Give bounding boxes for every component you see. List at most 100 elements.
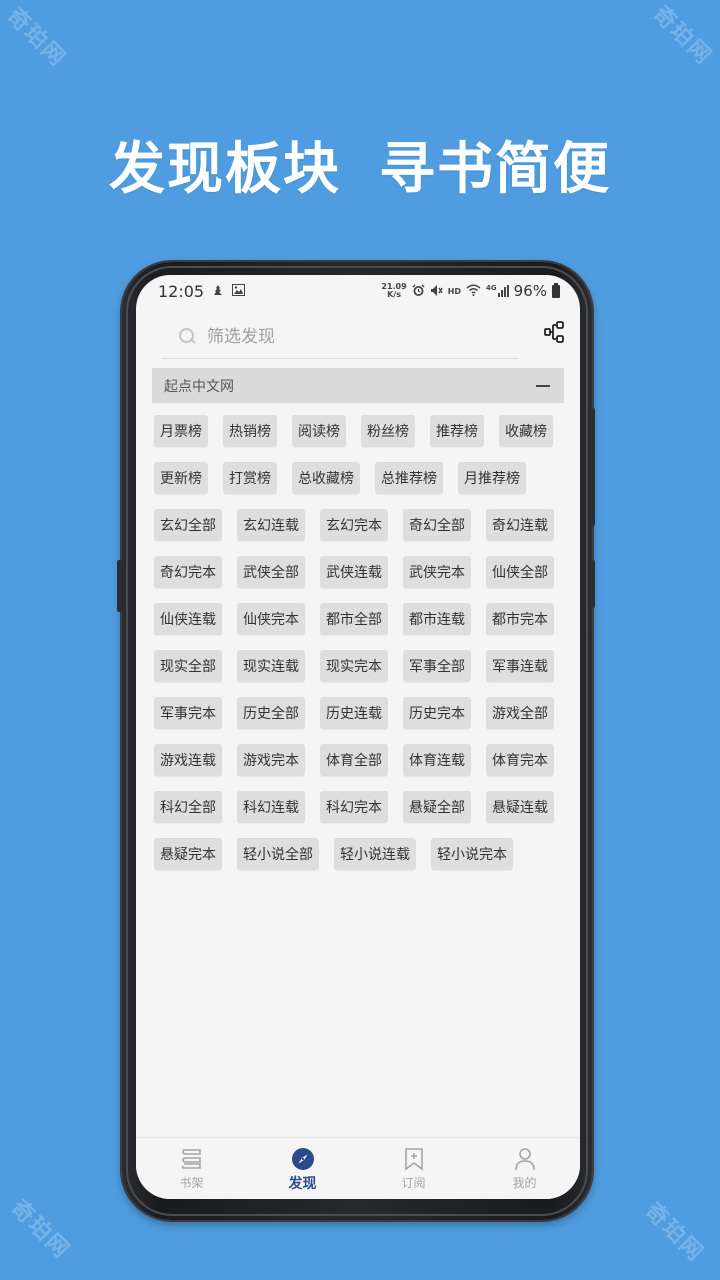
category-chip[interactable]: 科幻完本 [320,791,388,823]
category-chip[interactable]: 游戏连载 [154,744,222,776]
app-notification-icon [212,284,224,299]
chip-row: 军事完本 历史全部 历史连载 历史完本 游戏全部 [154,697,564,729]
nav-item-bookshelf[interactable]: 书架 [136,1138,247,1199]
category-chip[interactable]: 现实连载 [237,650,305,682]
category-chip[interactable]: 玄幻连载 [237,509,305,541]
category-chip[interactable]: 军事完本 [154,697,222,729]
chip-row: 现实全部 现实连载 现实完本 军事全部 军事连载 [154,650,564,682]
watermark: 奇珀网 [639,1198,709,1268]
category-chip[interactable]: 悬疑连载 [486,791,554,823]
nav-label: 发现 [288,1176,317,1192]
search-input[interactable] [207,326,487,347]
volume-button [590,408,595,526]
category-chip[interactable]: 奇幻连载 [486,509,554,541]
category-chip[interactable]: 悬疑完本 [154,838,222,870]
power-button [590,560,595,608]
category-chip[interactable]: 仙侠全部 [486,556,554,588]
watermark: 奇珀网 [647,1,717,71]
bookmark-add-icon [402,1147,426,1171]
chip-row: 科幻全部 科幻连载 科幻完本 悬疑全部 悬疑连载 [154,791,564,823]
watermark: 奇珀网 [1,3,71,73]
chip-row: 更新榜 打赏榜 总收藏榜 总推荐榜 月推荐榜 [154,462,564,494]
headline-part-2: 寻书简便 [379,137,611,202]
status-time: 12:05 [158,281,205,301]
category-chip[interactable]: 轻小说全部 [237,838,319,870]
network-speed: 21.09 K/s [381,282,407,299]
person-icon [513,1147,537,1171]
category-chip[interactable]: 游戏完本 [237,744,305,776]
category-chip[interactable]: 科幻连载 [237,791,305,823]
category-chip[interactable]: 历史全部 [237,697,305,729]
nav-label: 书架 [179,1176,204,1190]
category-chip[interactable]: 都市全部 [320,603,388,635]
category-chip[interactable]: 奇幻全部 [403,509,471,541]
category-chip[interactable]: 悬疑全部 [403,791,471,823]
category-chip[interactable]: 科幻全部 [154,791,222,823]
category-chip[interactable]: 粉丝榜 [361,415,415,447]
battery-percentage: 96% [513,282,547,300]
category-chip[interactable]: 都市连载 [403,603,471,635]
category-chip[interactable]: 历史连载 [320,697,388,729]
category-chip[interactable]: 仙侠连载 [154,603,222,635]
category-chip[interactable]: 热销榜 [223,415,277,447]
image-notification-icon [232,284,246,298]
nav-item-subscriptions[interactable]: 订阅 [358,1138,469,1199]
category-chip[interactable]: 收藏榜 [499,415,553,447]
battery-icon [552,282,560,298]
nav-label: 我的 [512,1176,537,1190]
category-chip[interactable]: 轻小说连载 [334,838,416,870]
chip-row: 奇幻完本 武侠全部 武侠连载 武侠完本 仙侠全部 [154,556,564,588]
collapse-icon[interactable] [536,384,550,387]
category-chip[interactable]: 月票榜 [154,415,208,447]
category-chip[interactable]: 月推荐榜 [458,462,526,494]
hd-indicator: HD [447,286,462,296]
category-chip[interactable]: 武侠完本 [403,556,471,588]
search-icon [177,326,199,348]
status-bar: 12:05 21.09 K/s HD 4G 96% [136,275,580,307]
category-chip[interactable]: 轻小说完本 [431,838,513,870]
category-chip[interactable]: 奇幻完本 [154,556,222,588]
category-chip[interactable]: 都市完本 [486,603,554,635]
chip-row: 仙侠连载 仙侠完本 都市全部 都市连载 都市完本 [154,603,564,635]
category-chip[interactable]: 体育连载 [403,744,471,776]
category-chip[interactable]: 历史完本 [403,697,471,729]
promo-headline: 发现板块 寻书简便 [0,124,720,205]
headline-part-1: 发现板块 [109,137,341,202]
category-chip[interactable]: 游戏全部 [486,697,554,729]
mute-icon [430,284,443,299]
nav-label: 订阅 [401,1176,426,1190]
category-chip[interactable]: 总收藏榜 [292,462,360,494]
category-chips: 月票榜 热销榜 阅读榜 粉丝榜 推荐榜 收藏榜 更新榜 打赏榜 总收藏榜 总推荐榜 月推荐榜 玄幻全部… [154,415,564,870]
source-tree-icon[interactable] [544,321,566,343]
chip-row: 悬疑完本 轻小说全部 轻小说连载 轻小说完本 [154,838,564,870]
alarm-icon [412,283,425,299]
nav-item-discover[interactable]: 发现 [247,1138,358,1199]
category-chip[interactable]: 打赏榜 [223,462,277,494]
compass-icon [291,1147,315,1171]
category-chip[interactable]: 更新榜 [154,462,208,494]
nav-item-profile[interactable]: 我的 [469,1138,580,1199]
category-chip[interactable]: 体育完本 [486,744,554,776]
search-bar[interactable] [162,315,518,359]
cellular-signal-icon: 4G [486,285,509,297]
bottom-navigation: 书架 发现 订阅 我的 [136,1137,580,1199]
wifi-icon [466,284,481,298]
bookshelf-icon [180,1147,204,1171]
category-chip[interactable]: 推荐榜 [430,415,484,447]
category-chip[interactable]: 现实全部 [154,650,222,682]
category-chip[interactable]: 现实完本 [320,650,388,682]
category-chip[interactable]: 武侠连载 [320,556,388,588]
category-chip[interactable]: 仙侠完本 [237,603,305,635]
source-section-header[interactable]: 起点中文网 [152,368,564,403]
chip-row: 月票榜 热销榜 阅读榜 粉丝榜 推荐榜 收藏榜 [154,415,564,447]
category-chip[interactable]: 总推荐榜 [375,462,443,494]
category-chip[interactable]: 武侠全部 [237,556,305,588]
category-chip[interactable]: 玄幻完本 [320,509,388,541]
category-chip[interactable]: 军事连载 [486,650,554,682]
phone-screen: 12:05 21.09 K/s HD 4G 96% 筛选发现 起点中文网 月票榜… [136,275,580,1199]
category-chip[interactable]: 阅读榜 [292,415,346,447]
category-chip[interactable]: 体育全部 [320,744,388,776]
chip-row: 游戏连载 游戏完本 体育全部 体育连载 体育完本 [154,744,564,776]
category-chip[interactable]: 军事全部 [403,650,471,682]
category-chip[interactable]: 玄幻全部 [154,509,222,541]
